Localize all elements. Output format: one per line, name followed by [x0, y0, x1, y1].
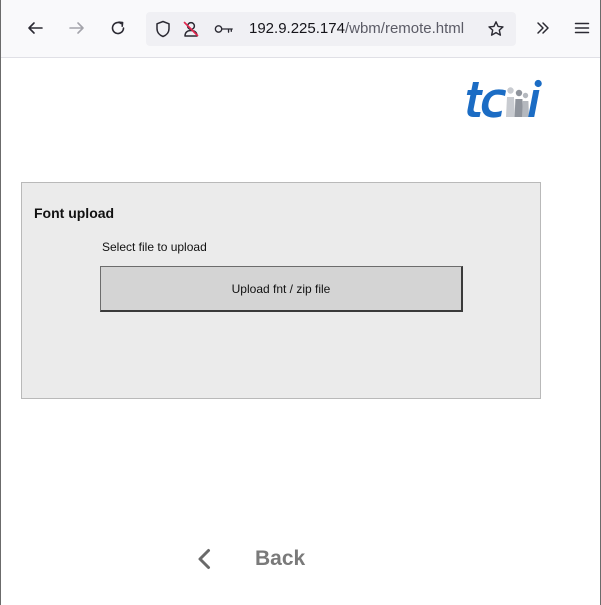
browser-window: 192.9.225.174/wbm/remote.html Font uploa… [0, 0, 601, 605]
upload-font-button[interactable]: Upload fnt / zip file [100, 266, 463, 312]
browser-toolbar: 192.9.225.174/wbm/remote.html [1, 0, 600, 58]
star-icon[interactable] [486, 19, 506, 39]
url-path: /wbm/remote.html [344, 20, 465, 37]
arrow-right-icon[interactable] [63, 14, 91, 42]
url-text[interactable]: 192.9.225.174/wbm/remote.html [249, 20, 464, 38]
back-label: Back [255, 547, 306, 570]
address-bar[interactable]: 192.9.225.174/wbm/remote.html [146, 12, 516, 46]
hamburger-menu-icon[interactable] [568, 14, 596, 42]
back-button[interactable]: Back [196, 542, 305, 576]
select-file-label: Select file to upload [102, 240, 207, 254]
url-host: 192.9.225.174 [249, 20, 345, 37]
panel-title: Font upload [34, 205, 115, 221]
camera-blocked-icon[interactable] [181, 19, 201, 39]
font-upload-panel: Font upload Select file to upload Upload… [21, 182, 541, 399]
arrow-left-icon[interactable] [21, 14, 49, 42]
key-icon[interactable] [214, 19, 234, 39]
shield-icon[interactable] [153, 19, 173, 39]
reload-icon[interactable] [104, 14, 132, 42]
double-chevron-right-icon[interactable] [529, 14, 557, 42]
chevron-left-icon [196, 547, 216, 571]
tci-logo [463, 78, 545, 124]
